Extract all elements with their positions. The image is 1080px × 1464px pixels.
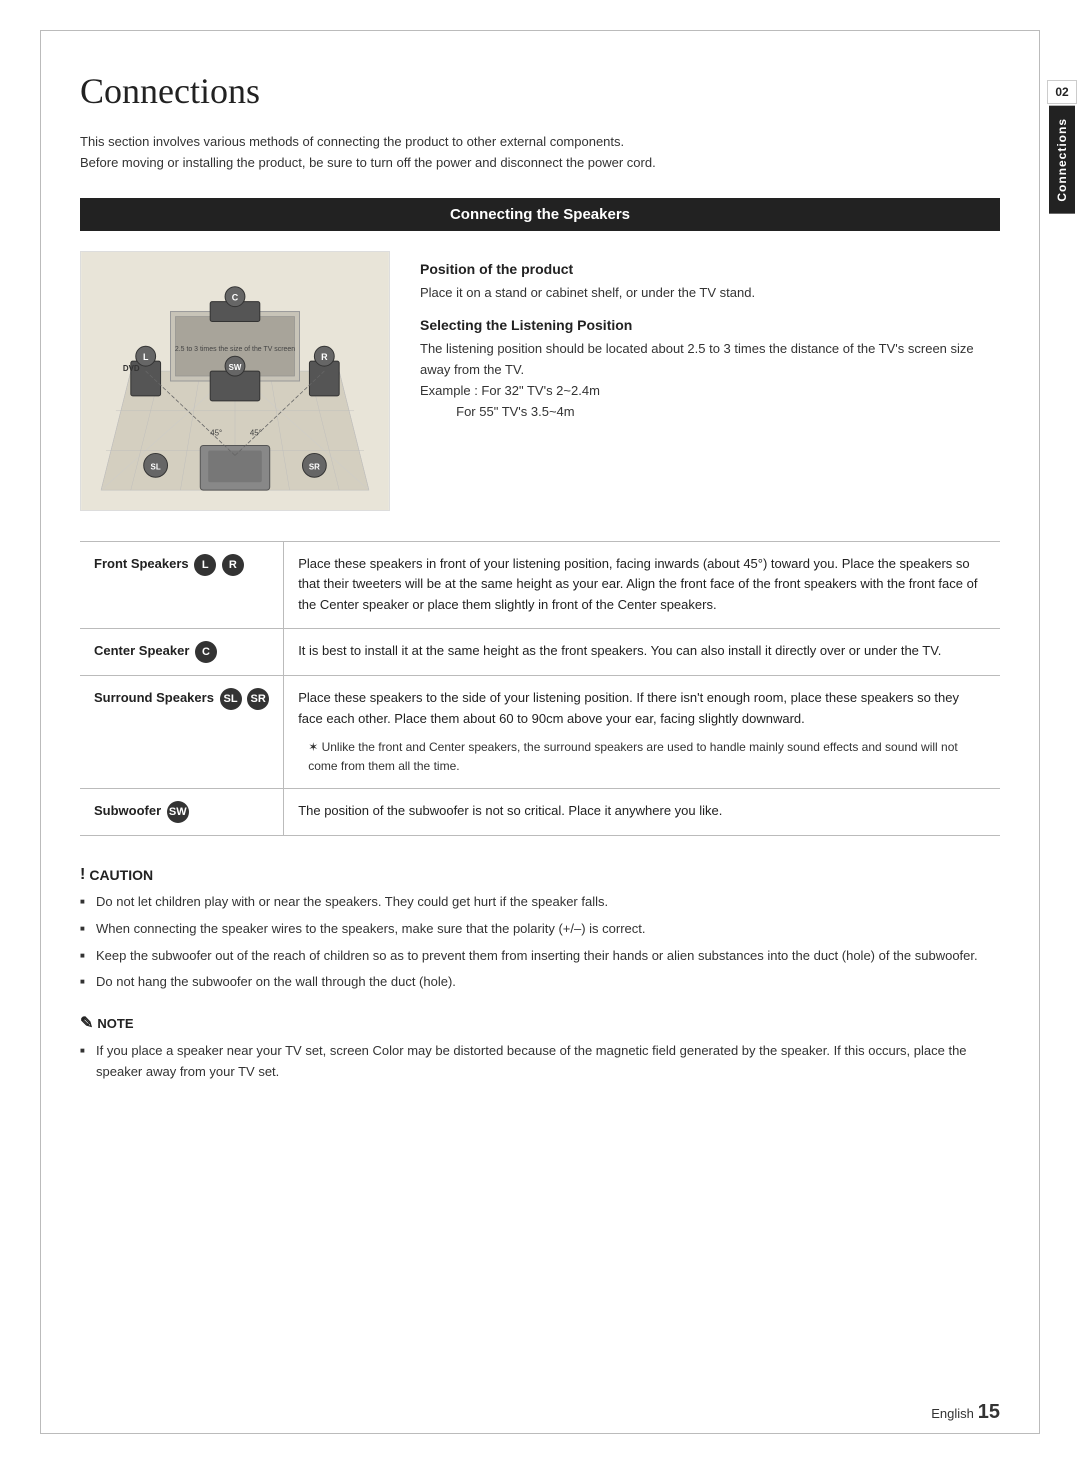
- chapter-label: Connections: [1049, 106, 1075, 214]
- speaker-name: Subwoofer: [94, 803, 161, 818]
- diagram-box: C L DVD R SW SL: [80, 251, 390, 511]
- speaker-label: Surround Speakers SL SR: [80, 675, 284, 788]
- svg-text:C: C: [232, 292, 239, 302]
- caution-item: When connecting the speaker wires to the…: [80, 919, 1000, 940]
- speaker-description: Place these speakers in front of your li…: [284, 541, 1000, 628]
- speaker-label: Front Speakers L R: [80, 541, 284, 628]
- svg-text:DVD: DVD: [123, 364, 140, 373]
- caution-item: Do not hang the subwoofer on the wall th…: [80, 972, 1000, 993]
- intro-text: This section involves various methods of…: [80, 132, 1000, 174]
- position-title: Position of the product: [420, 261, 1000, 277]
- diagram-info: Position of the product Place it on a st…: [420, 251, 1000, 511]
- speaker-label: Center Speaker C: [80, 628, 284, 675]
- svg-text:R: R: [321, 352, 328, 362]
- position-text: Place it on a stand or cabinet shelf, or…: [420, 283, 1000, 304]
- speaker-name: Surround Speakers: [94, 690, 214, 705]
- side-tab: 02 Connections: [1044, 80, 1080, 214]
- speaker-description: The position of the subwoofer is not so …: [284, 788, 1000, 835]
- listening-text: The listening position should be located…: [420, 339, 1000, 422]
- note-list: If you place a speaker near your TV set,…: [80, 1041, 1000, 1083]
- speaker-diagram-area: C L DVD R SW SL: [80, 251, 1000, 511]
- speaker-description: It is best to install it at the same hei…: [284, 628, 1000, 675]
- badge-R: R: [222, 554, 244, 576]
- section-header: Connecting the Speakers: [80, 198, 1000, 231]
- note-icon: ✎: [80, 1013, 93, 1033]
- page-footer: English 15: [931, 1401, 1000, 1424]
- speaker-label: Subwoofer SW: [80, 788, 284, 835]
- table-row: Surround Speakers SL SR Place these spea…: [80, 675, 1000, 788]
- surround-star-note: ✶ Unlike the front and Center speakers, …: [298, 738, 986, 776]
- speaker-table: Front Speakers L R Place these speakers …: [80, 541, 1000, 836]
- note-item: If you place a speaker near your TV set,…: [80, 1041, 1000, 1083]
- badge-SL: SL: [220, 688, 242, 710]
- table-row: Front Speakers L R Place these speakers …: [80, 541, 1000, 628]
- svg-text:SL: SL: [151, 462, 161, 471]
- note-title: ✎ NOTE: [80, 1013, 1000, 1033]
- speaker-name: Front Speakers: [94, 556, 189, 571]
- caution-item: Do not let children play with or near th…: [80, 892, 1000, 913]
- caution-item: Keep the subwoofer out of the reach of c…: [80, 946, 1000, 967]
- listening-title: Selecting the Listening Position: [420, 317, 1000, 333]
- badge-SR: SR: [247, 688, 269, 710]
- badge-SW: SW: [167, 801, 189, 823]
- speaker-name: Center Speaker: [94, 643, 189, 658]
- page-number: 15: [978, 1401, 1000, 1423]
- svg-text:2.5 to 3 times the size of the: 2.5 to 3 times the size of the TV screen: [175, 346, 295, 353]
- badge-C: C: [195, 641, 217, 663]
- speaker-description: Place these speakers to the side of your…: [284, 675, 1000, 788]
- note-label: NOTE: [97, 1016, 133, 1031]
- note-section: ✎ NOTE If you place a speaker near your …: [80, 1013, 1000, 1083]
- page-title: Connections: [80, 70, 1000, 112]
- speaker-diagram-svg: C L DVD R SW SL: [81, 252, 389, 510]
- chapter-number: 02: [1047, 80, 1077, 104]
- table-row: Subwoofer SW The position of the subwoof…: [80, 788, 1000, 835]
- caution-label: CAUTION: [89, 867, 153, 883]
- badge-L: L: [194, 554, 216, 576]
- svg-text:45°: 45°: [210, 428, 222, 437]
- svg-text:SR: SR: [309, 462, 320, 471]
- caution-exclaim-icon: !: [80, 866, 85, 884]
- page-language: English: [931, 1406, 974, 1421]
- svg-text:L: L: [143, 352, 149, 362]
- svg-text:SW: SW: [229, 363, 242, 372]
- table-row: Center Speaker C It is best to install i…: [80, 628, 1000, 675]
- svg-text:45°: 45°: [250, 428, 262, 437]
- caution-title: ! CAUTION: [80, 866, 1000, 884]
- caution-list: Do not let children play with or near th…: [80, 892, 1000, 993]
- caution-section: ! CAUTION Do not let children play with …: [80, 866, 1000, 993]
